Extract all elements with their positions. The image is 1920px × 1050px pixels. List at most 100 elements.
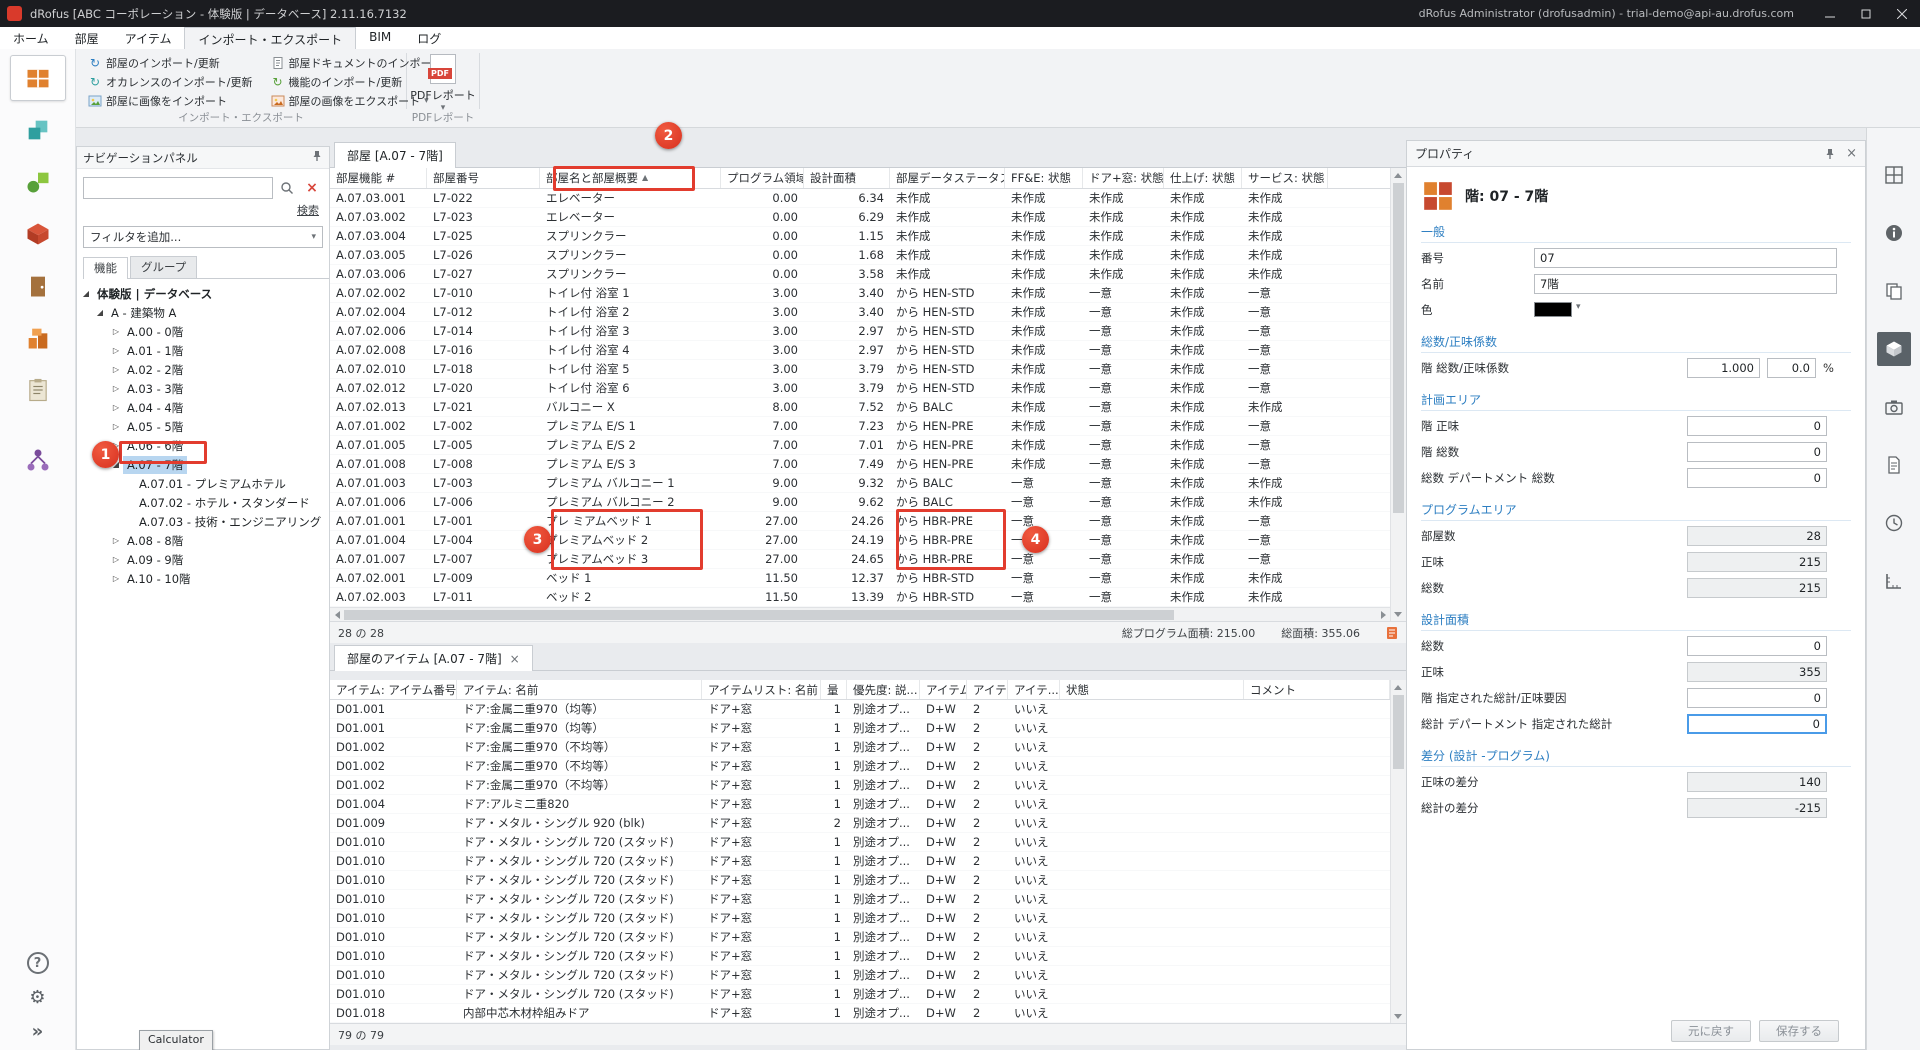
item-row[interactable]: D01.002 ドア:金属二重970（不均等） ドア+窓 1 別途オプ... D… bbox=[330, 757, 1390, 776]
room-row[interactable]: A.07.02.013 L7-021 バルコニー X 8.00 7.52 から … bbox=[330, 398, 1390, 417]
item-row[interactable]: D01.018 内部中芯木材枠組みドア ドア+窓 1 別途オプ... D+W 2… bbox=[330, 1004, 1390, 1023]
item-row[interactable]: D01.010 ドア・メタル・シングル 720 (スタッド) ドア+窓 1 別途… bbox=[330, 966, 1390, 985]
tree-item-floor-8[interactable]: ▷A.08 - 8階 bbox=[77, 531, 329, 550]
tree-item-floor-4[interactable]: ▷A.04 - 4階 bbox=[77, 398, 329, 417]
scroll-down-arrow[interactable] bbox=[1391, 1009, 1405, 1023]
tree-expander-icon[interactable]: ▷ bbox=[109, 555, 123, 564]
save-button[interactable]: 保存する bbox=[1759, 1020, 1839, 1042]
tree-item-floor-9[interactable]: ▷A.09 - 9階 bbox=[77, 550, 329, 569]
factor-input[interactable] bbox=[1687, 358, 1760, 378]
item-row[interactable]: D01.002 ドア:金属二重970（不均等） ドア+窓 1 別途オプ... D… bbox=[330, 738, 1390, 757]
documents-panel-button[interactable] bbox=[1877, 448, 1911, 482]
module-systems-button[interactable] bbox=[10, 211, 66, 257]
item-row[interactable]: D01.010 ドア・メタル・シングル 720 (スタッド) ドア+窓 1 別途… bbox=[330, 928, 1390, 947]
room-row[interactable]: A.07.01.008 L7-008 プレミアム E/S 3 7.00 7.49… bbox=[330, 455, 1390, 474]
scroll-up-arrow[interactable] bbox=[1391, 680, 1405, 694]
images-panel-button[interactable] bbox=[1877, 390, 1911, 424]
rooms-vertical-scrollbar[interactable] bbox=[1390, 168, 1406, 621]
module-doors-button[interactable] bbox=[10, 263, 66, 309]
col-room-name[interactable]: 部屋名と部屋概要▲ bbox=[540, 168, 721, 188]
room-row[interactable]: A.07.03.002 L7-023 エレベーター 0.00 6.29 未作成 … bbox=[330, 208, 1390, 227]
col-room-number[interactable]: 部屋番号 bbox=[427, 168, 540, 188]
tree-expander-icon[interactable]: ▷ bbox=[109, 574, 123, 583]
color-swatch[interactable] bbox=[1534, 302, 1572, 317]
planned-department-gross-input[interactable] bbox=[1687, 468, 1827, 488]
tree-expander-icon[interactable]: ▷ bbox=[109, 327, 123, 336]
room-row[interactable]: A.07.02.012 L7-020 トイレ付 浴室 6 3.00 3.79 か… bbox=[330, 379, 1390, 398]
module-rooms-button[interactable] bbox=[10, 55, 66, 101]
tree-expander-icon[interactable]: ◢ bbox=[93, 308, 107, 317]
module-products-button[interactable] bbox=[10, 159, 66, 205]
tree-item-premium-hotel[interactable]: A.07.01 - プレミアムホテル bbox=[77, 474, 329, 493]
tree-item-hotel-standard[interactable]: A.07.02 - ホテル・スタンダード bbox=[77, 493, 329, 512]
tree-expander-icon[interactable]: ▷ bbox=[109, 422, 123, 431]
menu-home[interactable]: ホーム bbox=[0, 27, 62, 49]
factor-percent-input[interactable] bbox=[1767, 358, 1816, 378]
col-door-window-status[interactable]: ドア+窓: 状態 bbox=[1083, 168, 1164, 188]
search-link[interactable]: 検索 bbox=[297, 204, 319, 217]
planned-net-input[interactable] bbox=[1687, 416, 1827, 436]
close-panel-icon[interactable]: × bbox=[1846, 146, 1857, 161]
measurement-panel-button[interactable] bbox=[1877, 564, 1911, 598]
room-row[interactable]: A.07.01.006 L7-006 プレミアム バルコニー 2 9.00 9.… bbox=[330, 493, 1390, 512]
info-panel-button[interactable] bbox=[1877, 216, 1911, 250]
minimize-button[interactable] bbox=[1812, 0, 1848, 27]
room-row[interactable]: A.07.02.004 L7-012 トイレ付 浴室 2 3.00 3.40 か… bbox=[330, 303, 1390, 322]
tree-expander-icon[interactable]: ▷ bbox=[109, 536, 123, 545]
col-room-data-status[interactable]: 部屋データステータス bbox=[890, 168, 1005, 188]
scroll-thumb[interactable] bbox=[1393, 695, 1404, 769]
room-row[interactable]: A.07.03.004 L7-025 スプリンクラー 0.00 1.15 未作成… bbox=[330, 227, 1390, 246]
room-row[interactable]: A.07.02.006 L7-014 トイレ付 浴室 3 3.00 2.97 か… bbox=[330, 322, 1390, 341]
menu-bim[interactable]: BIM bbox=[356, 27, 404, 49]
col-status[interactable]: 状態 bbox=[1060, 680, 1244, 699]
occurrence-import-button[interactable]: ↻オカレンスのインポート/更新 bbox=[84, 72, 257, 91]
pin-panel-button[interactable] bbox=[311, 150, 323, 165]
col-design-area[interactable]: 設計面積 bbox=[804, 168, 890, 188]
room-row[interactable]: A.07.02.001 L7-009 ベッド 1 11.50 12.37 から … bbox=[330, 569, 1390, 588]
item-row[interactable]: D01.010 ドア・メタル・シングル 720 (スタッド) ドア+窓 1 別途… bbox=[330, 833, 1390, 852]
room-row[interactable]: A.07.01.005 L7-005 プレミアム E/S 2 7.00 7.01… bbox=[330, 436, 1390, 455]
item-row[interactable]: D01.010 ドア・メタル・シングル 720 (スタッド) ドア+窓 1 別途… bbox=[330, 947, 1390, 966]
item-row[interactable]: D01.001 ドア:金属二重970（均等） ドア+窓 1 別途オプ... D+… bbox=[330, 719, 1390, 738]
components-panel-button[interactable] bbox=[1877, 332, 1911, 366]
col-room-function[interactable]: 部屋機能 # bbox=[330, 168, 427, 188]
settings-button[interactable]: ⚙ bbox=[29, 988, 45, 1008]
tree-item-database[interactable]: ◢体験版 | データベース bbox=[77, 284, 329, 303]
search-input[interactable] bbox=[83, 177, 273, 199]
name-input[interactable] bbox=[1534, 274, 1837, 294]
help-button[interactable]: ? bbox=[27, 952, 49, 974]
tree-expander-icon[interactable]: ▷ bbox=[109, 403, 123, 412]
col-comment[interactable]: コメント bbox=[1244, 680, 1390, 699]
clear-search-button[interactable]: × bbox=[301, 177, 323, 199]
room-row[interactable]: A.07.01.001 L7-001 プレ ミアムベッド 1 27.00 24.… bbox=[330, 512, 1390, 531]
col-quantity[interactable]: 量 bbox=[821, 680, 847, 699]
close-button[interactable] bbox=[1884, 0, 1920, 27]
col-ffe-status[interactable]: FF&E: 状態 bbox=[1005, 168, 1083, 188]
item-row[interactable]: D01.010 ドア・メタル・シングル 720 (スタッド) ドア+窓 1 別途… bbox=[330, 852, 1390, 871]
room-row[interactable]: A.07.01.002 L7-002 プレミアム E/S 1 7.00 7.23… bbox=[330, 417, 1390, 436]
room-row[interactable]: A.07.01.004 L7-004 プレミアムベッド 2 27.00 24.1… bbox=[330, 531, 1390, 550]
pin-icon[interactable] bbox=[1824, 148, 1836, 160]
tree-item-floor-2[interactable]: ▷A.02 - 2階 bbox=[77, 360, 329, 379]
tree-item-floor-6[interactable]: ▷A.06 - 6階 bbox=[77, 436, 329, 455]
tree-expander-icon[interactable]: ▷ bbox=[109, 384, 123, 393]
design-department-specified-input[interactable] bbox=[1687, 714, 1827, 734]
room-row[interactable]: A.07.01.003 L7-003 プレミアム バルコニー 1 9.00 9.… bbox=[330, 474, 1390, 493]
expand-sidebar-button[interactable]: » bbox=[32, 1022, 44, 1042]
room-import-button[interactable]: ↻部屋のインポート/更新 bbox=[84, 53, 257, 72]
rooms-horizontal-scrollbar[interactable] bbox=[330, 607, 1390, 621]
number-input[interactable] bbox=[1534, 248, 1837, 268]
tree-item-floor-3[interactable]: ▷A.03 - 3階 bbox=[77, 379, 329, 398]
scroll-thumb[interactable] bbox=[344, 610, 1174, 620]
item-row[interactable]: D01.010 ドア・メタル・シングル 720 (スタッド) ドア+窓 1 別途… bbox=[330, 871, 1390, 890]
design-gross-input[interactable] bbox=[1687, 636, 1827, 656]
scroll-up-arrow[interactable] bbox=[1391, 168, 1405, 182]
item-row[interactable]: D01.004 ドア:アルミ二重820 ドア+窓 1 別途オプ... D+W 2… bbox=[330, 795, 1390, 814]
room-row[interactable]: A.07.01.007 L7-007 プレミアムベッド 3 27.00 24.6… bbox=[330, 550, 1390, 569]
tree-expander-icon[interactable]: ◢ bbox=[109, 460, 123, 469]
scroll-right-arrow[interactable] bbox=[1376, 608, 1390, 622]
tab-group[interactable]: グループ bbox=[130, 256, 197, 278]
menu-items[interactable]: アイテム bbox=[112, 27, 185, 49]
tab-function[interactable]: 機能 bbox=[83, 257, 128, 279]
tree-item-floor-0[interactable]: ▷A.00 - 0階 bbox=[77, 322, 329, 341]
